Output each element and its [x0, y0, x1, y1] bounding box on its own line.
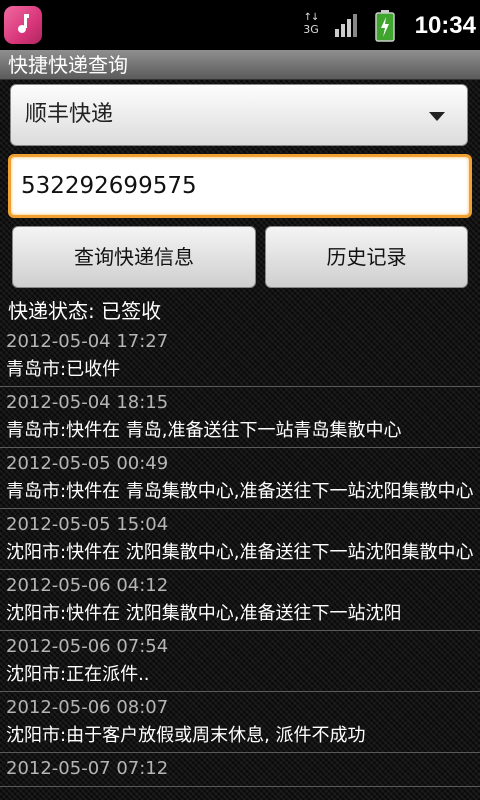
list-item: 2012-05-06 04:12 沈阳市:快件在 沈阳集散中心,准备送往下一站沈… — [0, 570, 480, 631]
list-item: 2012-05-04 17:27 青岛市:已收件 — [0, 326, 480, 387]
music-note-icon — [18, 14, 29, 33]
query-button[interactable]: 查询快递信息 — [12, 226, 256, 288]
network-3g-icon: ↑↓ 3G — [300, 12, 322, 40]
signal-icon — [335, 14, 357, 37]
list-item: 2012-05-07 07:12 — [0, 753, 480, 787]
list-item: 2012-05-05 15:04 沈阳市:快件在 沈阳集散中心,准备送往下一站沈… — [0, 509, 480, 570]
list-item: 2012-05-05 00:49 青岛市:快件在 青岛集散中心,准备送往下一站沈… — [0, 448, 480, 509]
event-time: 2012-05-06 07:54 — [6, 636, 169, 657]
network-type-label: 3G — [303, 23, 319, 36]
tracking-number-input[interactable] — [21, 167, 451, 205]
event-time: 2012-05-06 04:12 — [6, 575, 169, 596]
event-time: 2012-05-04 17:27 — [6, 331, 169, 352]
clock: 10:34 — [414, 12, 476, 39]
tracking-list: 2012-05-04 17:27 青岛市:已收件 2012-05-04 18:1… — [0, 326, 480, 787]
tracking-number-field[interactable] — [8, 154, 472, 218]
status-bar: ↑↓ 3G 10:34 — [0, 0, 480, 50]
courier-select[interactable]: 顺丰快递 — [10, 84, 468, 146]
courier-select-value: 顺丰快递 — [25, 102, 114, 127]
event-desc: 青岛市:快件在 青岛,准备送往下一站青岛集散中心 — [6, 420, 402, 441]
event-time: 2012-05-06 08:07 — [6, 697, 169, 718]
event-desc: 沈阳市:正在派件.. — [6, 664, 150, 685]
list-item: 2012-05-06 08:07 沈阳市:由于客户放假或周末休息, 派件不成功 — [0, 692, 480, 753]
list-item: 2012-05-06 07:54 沈阳市:正在派件.. — [0, 631, 480, 692]
title-bar: 快捷快递查询 — [0, 50, 480, 80]
event-time: 2012-05-04 18:15 — [6, 392, 169, 413]
event-desc: 青岛市:已收件 — [6, 359, 121, 380]
app-icon — [4, 6, 42, 44]
event-time: 2012-05-05 15:04 — [6, 514, 169, 535]
event-desc: 沈阳市:快件在 沈阳集散中心,准备送往下一站沈阳 — [6, 603, 402, 624]
event-desc: 沈阳市:快件在 沈阳集散中心,准备送往下一站沈阳集散中心 — [6, 542, 474, 563]
app-title: 快捷快递查询 — [8, 53, 128, 77]
event-time: 2012-05-05 00:49 — [6, 453, 169, 474]
delivery-status: 快递状态: 已签收 — [8, 299, 162, 323]
event-desc: 青岛市:快件在 青岛集散中心,准备送往下一站沈阳集散中心 — [6, 481, 474, 502]
history-button[interactable]: 历史记录 — [265, 226, 468, 288]
event-time: 2012-05-07 07:12 — [6, 758, 169, 779]
battery-icon — [375, 10, 395, 42]
dropdown-arrow-icon — [429, 112, 445, 121]
event-desc: 沈阳市:由于客户放假或周末休息, 派件不成功 — [6, 725, 366, 746]
list-item: 2012-05-04 18:15 青岛市:快件在 青岛,准备送往下一站青岛集散中… — [0, 387, 480, 448]
